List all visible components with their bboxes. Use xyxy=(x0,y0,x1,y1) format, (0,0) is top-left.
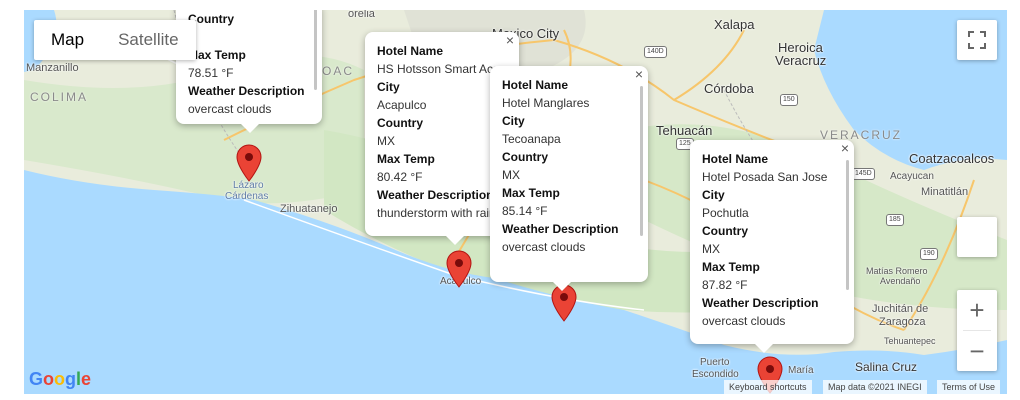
info-window-scrollbar[interactable] xyxy=(846,160,849,290)
close-icon[interactable]: × xyxy=(841,141,849,155)
country-value: X xyxy=(188,28,308,46)
country-value: MX xyxy=(502,168,520,182)
info-window-scrollbar[interactable] xyxy=(640,86,643,236)
label-lazaro-2: Cárdenas xyxy=(225,191,269,202)
weather-description-label: Weather Description xyxy=(702,296,819,310)
label-heroica-veracruz: Veracruz xyxy=(775,53,827,68)
label-maria: María xyxy=(788,365,814,376)
weather-description-value: thunderstorm with rain xyxy=(377,206,496,220)
city-label: City xyxy=(502,114,525,128)
city-value: Tecoanapa xyxy=(502,132,561,146)
label-tehuantepec: Tehuantepec xyxy=(884,336,936,346)
google-logo: Google xyxy=(29,369,91,390)
label-escondido: Escondido xyxy=(692,369,739,380)
hotel-name-value: HS Hotsson Smart Aca xyxy=(377,62,500,76)
highway-shield: 150 xyxy=(780,94,798,106)
map-type-map-button[interactable]: Map xyxy=(34,20,101,60)
info-window-scrollbar[interactable] xyxy=(314,10,317,90)
label-matias-avendano: Avendaño xyxy=(880,276,921,286)
highway-shield: 190 xyxy=(920,248,938,260)
info-window-pochutla[interactable]: × Hotel Name Hotel Posada San Jose City … xyxy=(690,140,854,353)
zoom-out-button[interactable]: − xyxy=(957,331,997,371)
country-label: Country xyxy=(377,116,423,130)
info-window-lazaro-cardenas[interactable]: Country X Max Temp 78.51 °F Weather Desc… xyxy=(176,10,322,133)
max-temp-value: 85.14 °F xyxy=(502,204,548,218)
label-puerto: Puerto xyxy=(700,357,730,368)
map-type-satellite-button[interactable]: Satellite xyxy=(101,20,195,60)
zoom-in-button[interactable]: + xyxy=(957,290,997,330)
hotel-name-label: Hotel Name xyxy=(702,152,769,166)
label-morelia: orelia xyxy=(348,10,375,20)
label-manzanillo: Manzanillo xyxy=(26,62,79,74)
zoom-control: + − xyxy=(957,290,997,371)
label-xalapa: Xalapa xyxy=(714,17,755,32)
country-value: MX xyxy=(702,242,720,256)
hotel-name-value: Hotel Manglares xyxy=(502,96,590,110)
max-temp-value: 80.42 °F xyxy=(377,170,423,184)
map-marker-acapulco[interactable] xyxy=(446,250,472,288)
weather-description-label: Weather Description xyxy=(188,84,305,98)
max-temp-label: Max Temp xyxy=(502,186,560,200)
country-label: Country xyxy=(702,224,748,238)
country-value: MX xyxy=(377,134,395,148)
city-label: City xyxy=(702,188,725,202)
label-colima: COLIMA xyxy=(30,90,89,104)
hotel-name-value: Hotel Posada San Jose xyxy=(702,170,828,184)
city-label: City xyxy=(377,80,400,94)
map-type-control: Map Satellite xyxy=(34,20,196,60)
highway-shield: 140D xyxy=(644,46,667,58)
label-matias-romero: Matías Romero xyxy=(866,266,928,276)
label-oac: OAC xyxy=(322,64,355,78)
terms-of-use-link[interactable]: Terms of Use xyxy=(937,380,1001,394)
keyboard-shortcuts-link[interactable]: Keyboard shortcuts xyxy=(724,380,812,394)
label-juchitan: Juchitán de xyxy=(872,303,929,315)
map-marker-lazaro-cardenas[interactable] xyxy=(236,144,262,182)
city-value: Acapulco xyxy=(377,98,427,112)
label-tehuacan: Tehuacán xyxy=(656,123,713,138)
label-acayucan: Acayucan xyxy=(890,171,934,182)
info-window-tecoanapa[interactable]: × Hotel Name Hotel Manglares City Tecoan… xyxy=(490,66,648,291)
fullscreen-button[interactable] xyxy=(957,20,997,60)
hotel-name-label: Hotel Name xyxy=(377,44,444,58)
weather-description-value: overcast clouds xyxy=(702,314,786,328)
country-label: Country xyxy=(188,12,234,26)
map-data-attribution: Map data ©2021 INEGI xyxy=(823,380,927,394)
close-icon[interactable]: × xyxy=(506,33,514,47)
close-icon[interactable]: × xyxy=(635,67,643,81)
weather-description-value: overcast clouds xyxy=(188,102,272,116)
label-coatzacoalcos: Coatzacoalcos xyxy=(909,151,995,166)
google-logo-letter: g xyxy=(65,369,77,389)
hotel-name-label: Hotel Name xyxy=(502,78,569,92)
weather-description-value: overcast clouds xyxy=(502,240,586,254)
weather-description-label: Weather Description xyxy=(377,188,494,202)
street-view-pegman-button[interactable] xyxy=(957,217,997,257)
highway-shield: 145D xyxy=(852,168,875,180)
label-minatitlan: Minatitlán xyxy=(921,186,969,198)
map-canvas[interactable]: COLIMA Manzanillo Lázaro Cárdenas Zihuat… xyxy=(24,10,1007,394)
label-zihuatanejo: Zihuatanejo xyxy=(280,203,338,215)
max-temp-value: 78.51 °F xyxy=(188,66,234,80)
country-label: Country xyxy=(502,150,548,164)
fullscreen-icon xyxy=(968,31,986,49)
google-logo-letter: o xyxy=(43,369,55,389)
label-cordoba: Córdoba xyxy=(704,81,754,96)
max-temp-label: Max Temp xyxy=(702,260,760,274)
max-temp-label: Max Temp xyxy=(377,152,435,166)
max-temp-label: Max Temp xyxy=(188,48,246,62)
google-logo-letter: o xyxy=(54,369,66,389)
weather-description-label: Weather Description xyxy=(502,222,619,236)
google-logo-letter: e xyxy=(81,369,92,389)
label-salina-cruz: Salina Cruz xyxy=(855,360,918,374)
label-juchitan-zaragoza: Zaragoza xyxy=(879,316,926,328)
google-logo-letter: G xyxy=(29,369,44,389)
city-value: Pochutla xyxy=(702,206,749,220)
max-temp-value: 87.82 °F xyxy=(702,278,748,292)
highway-shield: 185 xyxy=(886,214,904,226)
